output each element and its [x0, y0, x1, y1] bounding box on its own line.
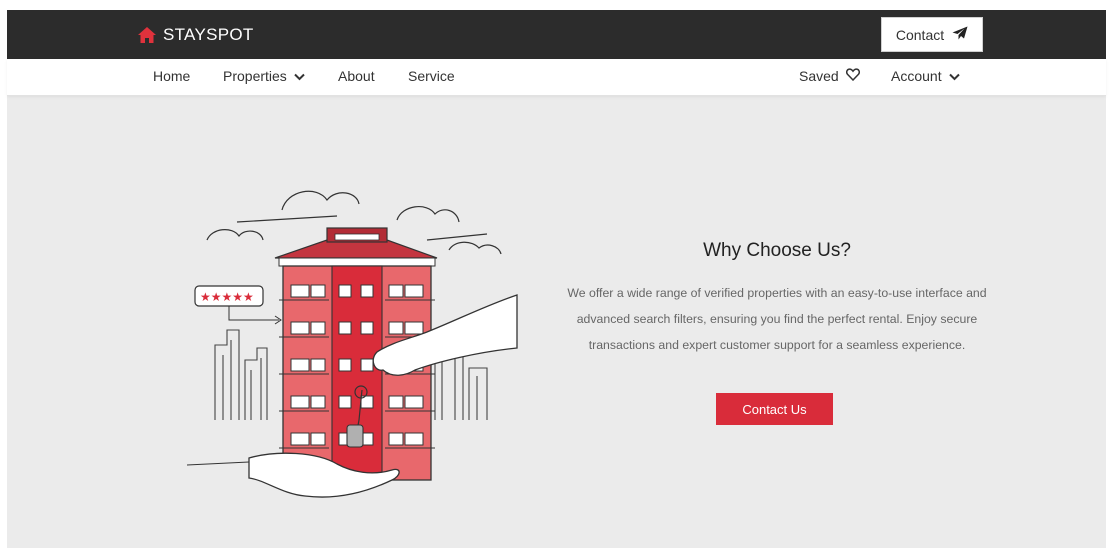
nav-account-label: Account [891, 68, 942, 84]
home-icon [137, 26, 157, 44]
nav-home[interactable]: Home [153, 68, 190, 84]
contact-button[interactable]: Contact [881, 17, 983, 52]
chevron-down-icon [294, 68, 305, 84]
page-frame: STAYSPOT Contact Home Properties About S… [7, 10, 1106, 548]
brand-name: STAYSPOT [163, 25, 254, 44]
nav-properties[interactable]: Properties [223, 68, 305, 84]
brand-logo[interactable]: STAYSPOT [137, 23, 254, 47]
paper-plane-icon [952, 26, 968, 43]
nav-saved[interactable]: Saved [799, 68, 860, 84]
nav-home-label: Home [153, 68, 191, 84]
nav-service[interactable]: Service [408, 68, 455, 84]
nav-saved-label: Saved [799, 68, 839, 84]
nav-about[interactable]: About [338, 68, 375, 84]
contact-button-label: Contact [895, 26, 945, 43]
nav-about-label: About [338, 68, 375, 84]
building-key-illustration: ★★★★★ [186, 180, 527, 515]
main-nav: Home Properties About Service Saved Acco… [7, 59, 1106, 96]
section-description: We offer a wide range of verified proper… [567, 286, 987, 352]
top-header-bar: STAYSPOT Contact [7, 10, 1106, 59]
svg-text:★★★★★: ★★★★★ [200, 290, 254, 304]
nav-service-label: Service [408, 68, 455, 84]
chevron-down-icon [948, 68, 960, 84]
heart-icon [845, 68, 860, 84]
nav-properties-label: Properties [223, 68, 287, 84]
contact-us-label: Contact Us [742, 401, 807, 417]
section-heading: Why Choose Us? [703, 240, 851, 261]
nav-account[interactable]: Account [891, 68, 960, 84]
contact-us-button[interactable]: Contact Us [716, 393, 833, 425]
